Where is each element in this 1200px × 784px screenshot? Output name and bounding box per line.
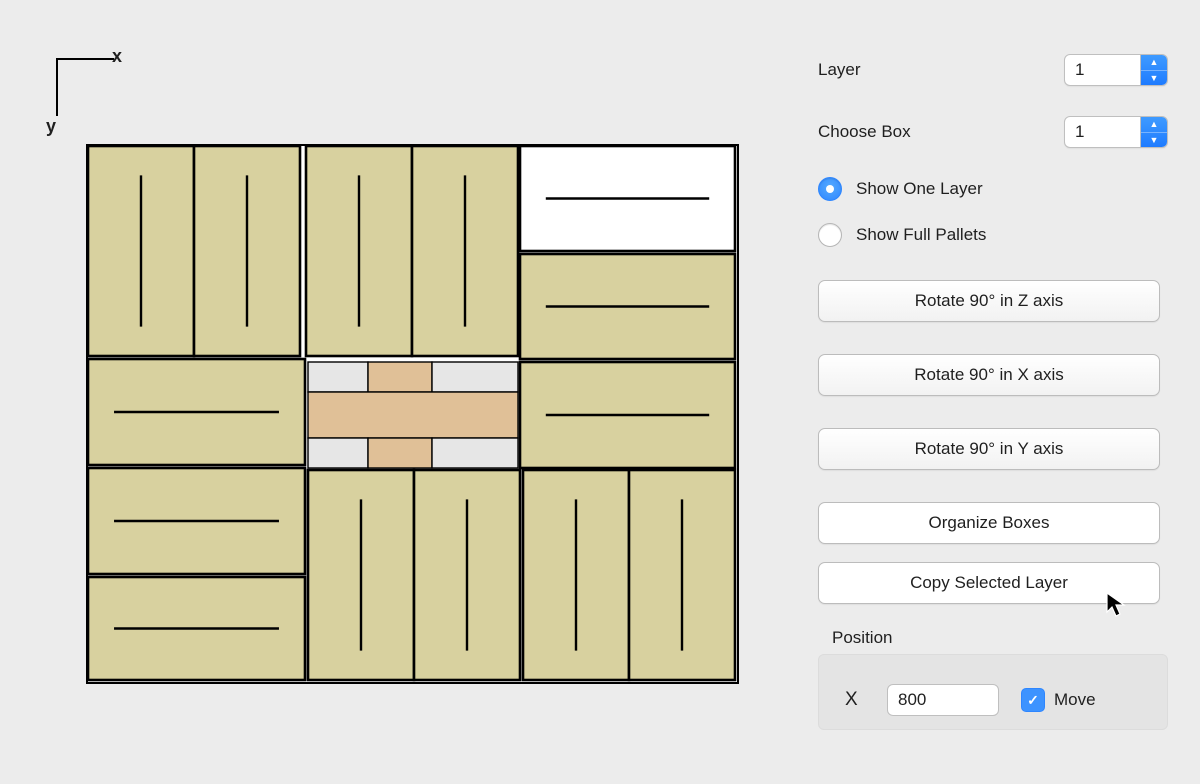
box-value: 1 — [1065, 117, 1140, 147]
copy-layer-label: Copy Selected Layer — [910, 573, 1068, 593]
organize-boxes-button[interactable]: Organize Boxes — [818, 502, 1160, 544]
axis-x-label: x — [112, 46, 122, 67]
position-group: X 800 ✓ Move — [818, 654, 1168, 730]
box-step-up[interactable]: ▲ — [1141, 117, 1167, 133]
radio-dot-icon — [818, 223, 842, 247]
move-checkbox[interactable]: ✓ — [1021, 688, 1045, 712]
box-select[interactable]: 1 ▲ ▼ — [1064, 116, 1168, 148]
box-label: Choose Box — [818, 122, 1064, 142]
box-step-down[interactable]: ▼ — [1141, 133, 1167, 148]
layer-label: Layer — [818, 60, 1064, 80]
radio-show-one-layer[interactable]: Show One Layer — [818, 174, 1168, 204]
layer-step-up[interactable]: ▲ — [1141, 55, 1167, 71]
rotate-x-label: Rotate 90° in X axis — [914, 365, 1064, 385]
controls-panel: Layer 1 ▲ ▼ Choose Box 1 ▲ ▼ Show One La… — [818, 50, 1168, 730]
axis-indicator: x y — [52, 42, 122, 124]
pallet-canvas[interactable] — [86, 144, 739, 684]
layer-select[interactable]: 1 ▲ ▼ — [1064, 54, 1168, 86]
axis-y-label: y — [46, 116, 56, 137]
organize-boxes-label: Organize Boxes — [929, 513, 1050, 533]
rotate-y-button[interactable]: Rotate 90° in Y axis — [818, 428, 1160, 470]
position-title: Position — [832, 628, 1168, 648]
radio-dot-icon — [818, 177, 842, 201]
move-label: Move — [1054, 690, 1096, 710]
box-layout[interactable] — [88, 146, 737, 682]
pos-x-input[interactable]: 800 — [887, 684, 999, 716]
radio-show-full-pallets[interactable]: Show Full Pallets — [818, 220, 1168, 250]
layer-step-down[interactable]: ▼ — [1141, 71, 1167, 86]
rotate-y-label: Rotate 90° in Y axis — [915, 439, 1064, 459]
rotate-z-button[interactable]: Rotate 90° in Z axis — [818, 280, 1160, 322]
copy-layer-button[interactable]: Copy Selected Layer — [818, 562, 1160, 604]
pos-x-label: X — [845, 689, 887, 711]
radio-show-one-label: Show One Layer — [856, 179, 983, 199]
pos-x-value: 800 — [898, 690, 926, 710]
rotate-z-label: Rotate 90° in Z axis — [915, 291, 1064, 311]
rotate-x-button[interactable]: Rotate 90° in X axis — [818, 354, 1160, 396]
radio-show-full-label: Show Full Pallets — [856, 225, 986, 245]
layer-value: 1 — [1065, 55, 1140, 85]
